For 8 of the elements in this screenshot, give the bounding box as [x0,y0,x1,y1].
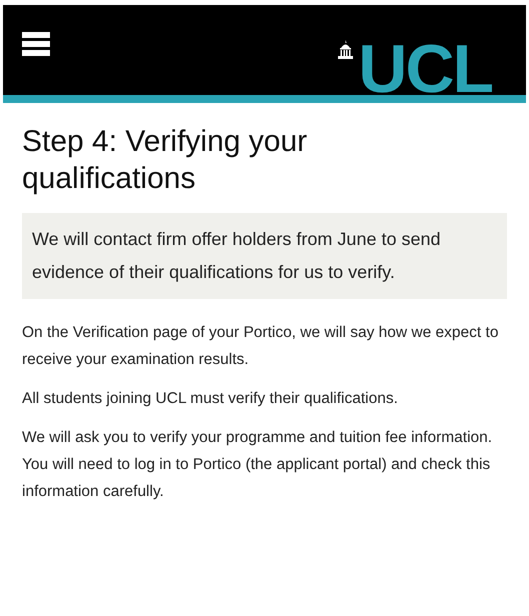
menu-button[interactable] [22,32,50,56]
portico-icon [337,40,354,59]
logo[interactable]: UCL [358,43,492,95]
paragraph: All students joining UCL must verify their qualifications. [22,389,399,409]
callout-text: We will contact firm offer holders from June to send evidence of their qualifications for us to verify. [22,213,507,299]
page-heading: Step 4: Verifying your qualifications [22,124,308,197]
paragraph: On the Verification page of your Portico, we will say how we expect to receive your examination results. [22,323,500,370]
paragraph: We will ask you to verify your programme and tuition fee information. You will need to log in to Portico (the applicant portal) and check this information carefully. [22,428,494,502]
